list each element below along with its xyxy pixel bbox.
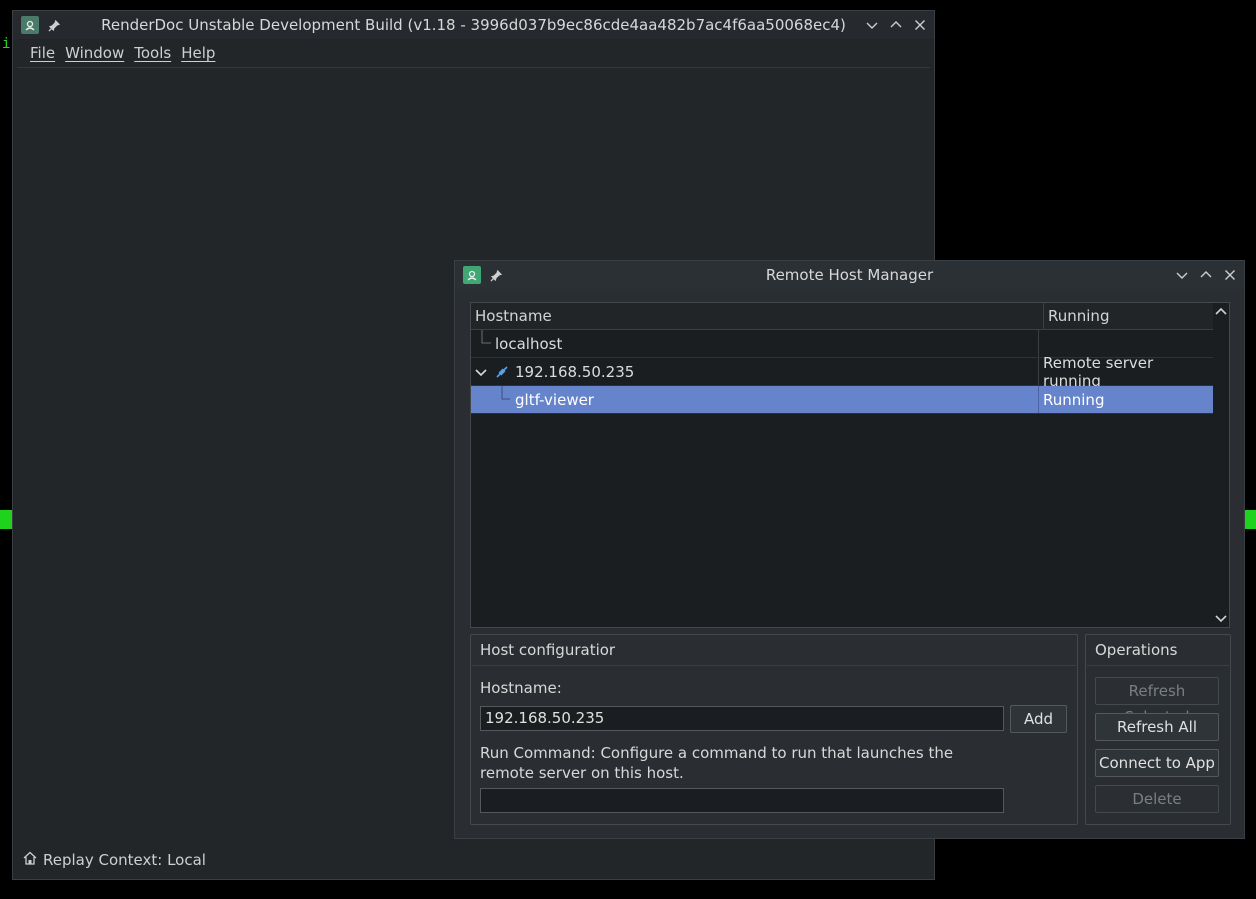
run-command-input[interactable]: [480, 788, 1004, 813]
app-icon[interactable]: [463, 266, 481, 284]
operations-group: Operations Refresh Selected Refresh All …: [1085, 634, 1231, 825]
refresh-selected-button[interactable]: Refresh Selected: [1095, 677, 1219, 726]
minimize-icon[interactable]: [1174, 267, 1190, 283]
chevron-down-icon[interactable]: [475, 366, 487, 378]
host-configuration-title: Host configuratior: [472, 635, 1076, 666]
hostname-input[interactable]: 192.168.50.235: [480, 706, 1004, 731]
menu-window[interactable]: Window: [60, 44, 129, 62]
operations-title: Operations: [1087, 635, 1229, 666]
tree-branch-line: [501, 386, 510, 400]
column-running[interactable]: Running: [1044, 303, 1213, 329]
tree-scrollbar[interactable]: [1213, 303, 1229, 627]
remote-host-manager-dialog: Remote Host Manager Hostname Running loc…: [454, 260, 1245, 839]
statusbar: Replay Context: Local: [23, 851, 206, 869]
menu-file[interactable]: File: [25, 44, 60, 62]
running-cell: Remote server running: [1043, 353, 1154, 390]
minimize-icon[interactable]: [864, 17, 880, 33]
dialog-titlebar[interactable]: Remote Host Manager: [455, 261, 1244, 289]
delete-button[interactable]: Delete: [1095, 785, 1219, 813]
maximize-icon[interactable]: [1198, 267, 1214, 283]
host-configuration-group: Host configuratior Hostname: 192.168.50.…: [470, 634, 1078, 825]
hostname-cell: localhost: [495, 334, 563, 353]
dialog-title: Remote Host Manager: [765, 266, 934, 284]
column-hostname[interactable]: Hostname: [471, 303, 1044, 329]
hostname-cell: gltf-viewer: [515, 390, 594, 409]
close-icon[interactable]: [912, 17, 928, 33]
terminal-text: i: [2, 36, 11, 52]
app-icon[interactable]: [21, 16, 39, 34]
home-icon[interactable]: [23, 851, 37, 869]
tree-header: Hostname Running: [471, 303, 1213, 330]
connect-to-app-button[interactable]: Connect to App: [1095, 749, 1219, 777]
menu-help[interactable]: Help: [176, 44, 220, 62]
host-tree[interactable]: Hostname Running localhost 192.168.50.23…: [470, 302, 1230, 628]
tree-row-remote-host[interactable]: 192.168.50.235 Remote server running: [471, 353, 1213, 390]
replay-context-label[interactable]: Replay Context: Local: [43, 851, 206, 869]
terminal-bar-left: [0, 510, 12, 529]
connection-plug-icon: [495, 365, 509, 379]
scroll-down-icon[interactable]: [1215, 612, 1227, 624]
hostname-label: Hostname:: [480, 679, 562, 697]
main-titlebar[interactable]: RenderDoc Unstable Development Build (v1…: [13, 11, 934, 39]
run-command-label: Run Command: Configure a command to run …: [480, 744, 954, 782]
scroll-up-icon[interactable]: [1215, 306, 1227, 318]
close-icon[interactable]: [1222, 267, 1238, 283]
running-cell: Running: [1043, 390, 1105, 409]
menu-tools[interactable]: Tools: [129, 44, 176, 62]
hostname-cell: 192.168.50.235: [515, 362, 635, 381]
pin-icon[interactable]: [47, 18, 61, 32]
pin-icon[interactable]: [489, 268, 503, 282]
terminal-bar-right: [1244, 510, 1256, 529]
refresh-all-button[interactable]: Refresh All: [1095, 713, 1219, 741]
menubar: File Window Tools Help: [17, 39, 930, 68]
add-button[interactable]: Add: [1010, 705, 1067, 733]
tree-row-gltf-viewer[interactable]: gltf-viewer Running: [471, 386, 1213, 414]
maximize-icon[interactable]: [888, 17, 904, 33]
tree-branch-line: [481, 330, 491, 344]
main-window-title: RenderDoc Unstable Development Build (v1…: [101, 16, 846, 34]
